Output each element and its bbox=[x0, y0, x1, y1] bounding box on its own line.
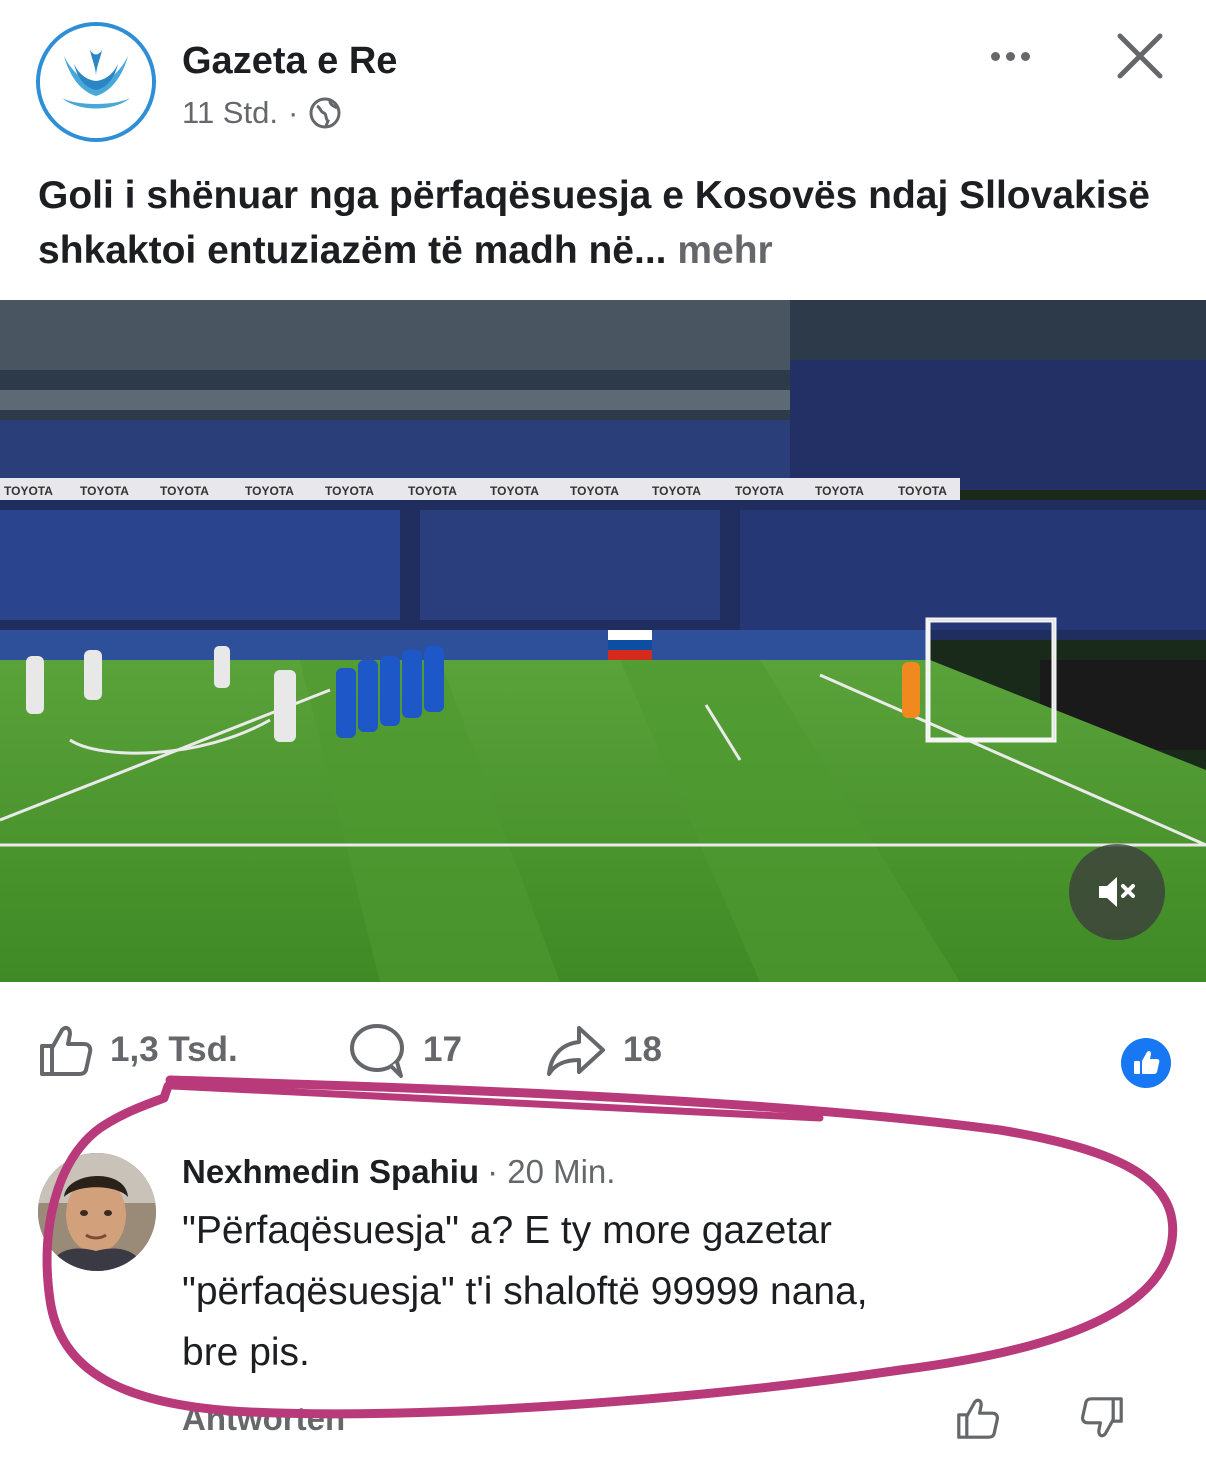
svg-text:TOYOTA: TOYOTA bbox=[4, 484, 53, 498]
mute-button[interactable] bbox=[1069, 844, 1165, 940]
comment-like-button[interactable] bbox=[954, 1394, 1002, 1442]
likes-count: 1,3 Tsd. bbox=[110, 1030, 238, 1069]
page-name[interactable]: Gazeta e Re bbox=[182, 40, 397, 83]
close-button[interactable] bbox=[1112, 28, 1168, 84]
thumbs-up-icon bbox=[40, 1025, 93, 1076]
comment-button[interactable]: 17 bbox=[347, 1020, 462, 1080]
football-match-frame: TOYOTA TOYOTA TOYOTA TOYOTA TOYOTA TOYOTA TO… bbox=[0, 300, 1206, 982]
post-body: Goli i shënuar nga përfaqësuesja e Kosov… bbox=[38, 174, 1150, 272]
meta-separator: · bbox=[287, 95, 299, 130]
svg-text:TOYOTA: TOYOTA bbox=[160, 484, 209, 498]
thumbs-up-icon bbox=[957, 1398, 999, 1439]
speaker-muted-icon bbox=[1099, 877, 1135, 907]
comment-line: "përfaqësuesja" t'i shaloftë 99999 nana, bbox=[182, 1270, 868, 1313]
more-options-button[interactable] bbox=[982, 36, 1038, 76]
svg-text:TOYOTA: TOYOTA bbox=[325, 484, 374, 498]
svg-text:TOYOTA: TOYOTA bbox=[490, 484, 539, 498]
post-meta: 11 Std. · bbox=[182, 95, 342, 131]
comment-line: "Përfaqësuesja" a? E ty more gazetar bbox=[182, 1209, 832, 1252]
comment-line: bre pis. bbox=[182, 1331, 310, 1374]
svg-text:TOYOTA: TOYOTA bbox=[408, 484, 457, 498]
svg-text:TOYOTA: TOYOTA bbox=[815, 484, 864, 498]
globe-icon bbox=[309, 97, 341, 129]
like-reaction-badge[interactable] bbox=[1121, 1038, 1171, 1088]
dot-icon bbox=[1020, 51, 1030, 61]
svg-text:TOYOTA: TOYOTA bbox=[898, 484, 947, 498]
like-button[interactable]: 1,3 Tsd. bbox=[36, 1020, 238, 1080]
comment-header: Nexhmedin Spahiu · 20 Min. bbox=[182, 1153, 615, 1191]
post-actions: 1,3 Tsd. 17 18 bbox=[0, 1010, 1206, 1090]
dot-icon bbox=[990, 51, 1000, 61]
svg-text:TOYOTA: TOYOTA bbox=[245, 484, 294, 498]
comments-count: 17 bbox=[423, 1030, 462, 1069]
post-time[interactable]: 11 Std. bbox=[182, 95, 278, 131]
commenter-avatar[interactable] bbox=[38, 1153, 156, 1271]
see-more-link[interactable]: mehr bbox=[677, 229, 772, 272]
svg-text:TOYOTA: TOYOTA bbox=[735, 484, 784, 498]
person-photo bbox=[38, 1153, 156, 1271]
shares-count: 18 bbox=[623, 1030, 662, 1069]
close-icon bbox=[1117, 33, 1163, 79]
gazeta-logo-icon bbox=[40, 26, 152, 138]
thumbs-up-filled-icon bbox=[1134, 1050, 1160, 1074]
page-avatar[interactable] bbox=[36, 22, 156, 142]
dot-icon bbox=[1005, 51, 1015, 61]
post-video[interactable]: TOYOTA TOYOTA TOYOTA TOYOTA TOYOTA TOYOTA TO… bbox=[0, 300, 1206, 982]
comment-time[interactable]: · 20 Min. bbox=[487, 1153, 615, 1191]
svg-text:TOYOTA: TOYOTA bbox=[80, 484, 129, 498]
comment-icon bbox=[350, 1024, 404, 1078]
svg-text:TOYOTA: TOYOTA bbox=[652, 484, 701, 498]
comment-text: "Përfaqësuesja" a? E ty more gazetar "pë… bbox=[182, 1200, 1142, 1383]
share-icon bbox=[547, 1026, 605, 1076]
reply-button[interactable]: Antworten bbox=[182, 1400, 345, 1438]
comment-author[interactable]: Nexhmedin Spahiu bbox=[182, 1153, 479, 1191]
post-header: Gazeta e Re 11 Std. · bbox=[0, 0, 1206, 150]
svg-text:TOYOTA: TOYOTA bbox=[570, 484, 619, 498]
post-text: Goli i shënuar nga përfaqësuesja e Kosov… bbox=[38, 168, 1178, 278]
thumbs-down-icon bbox=[1081, 1397, 1123, 1438]
comment-dislike-button[interactable] bbox=[1078, 1394, 1126, 1442]
share-button[interactable]: 18 bbox=[545, 1020, 662, 1080]
